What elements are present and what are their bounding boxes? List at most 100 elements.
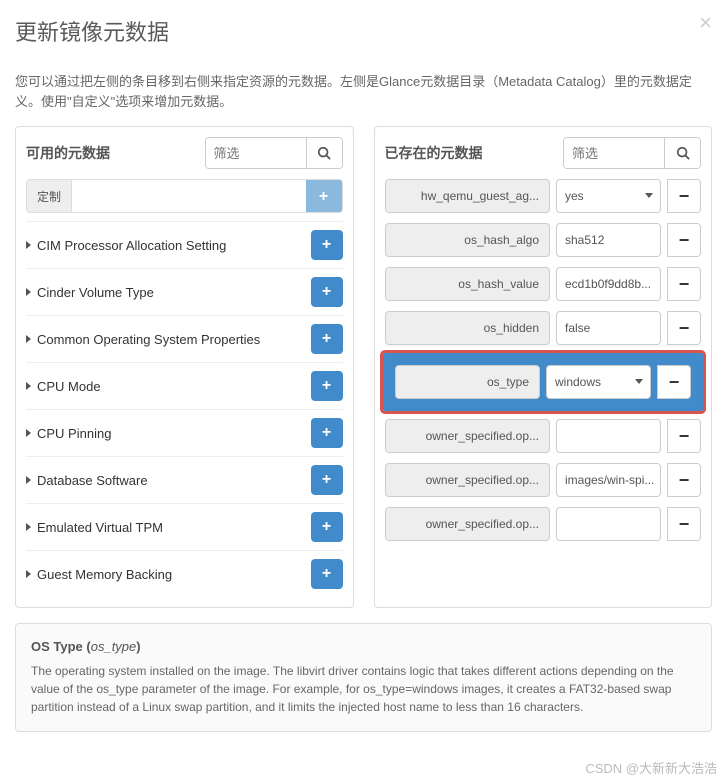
available-item: Common Operating System Properties + bbox=[26, 315, 343, 362]
remove-button[interactable]: − bbox=[667, 463, 701, 497]
existing-filter-input[interactable] bbox=[564, 138, 664, 168]
modal-header: 更新镜像元数据 × bbox=[15, 15, 712, 62]
available-filter-button[interactable] bbox=[306, 138, 342, 168]
available-list: CIM Processor Allocation Setting + Cinde… bbox=[26, 221, 343, 597]
available-item-label: CIM Processor Allocation Setting bbox=[37, 238, 226, 253]
info-box: OS Type (os_type) The operating system i… bbox=[15, 623, 712, 732]
available-metadata-panel: 可用的元数据 定制 + CIM Processor Allocation Set… bbox=[15, 126, 354, 608]
chevron-right-icon bbox=[26, 570, 31, 578]
available-item-toggle[interactable]: CPU Pinning bbox=[26, 426, 311, 441]
available-header: 可用的元数据 bbox=[26, 137, 343, 169]
existing-list: hw_qemu_guest_ag... yes − os_hash_algo s… bbox=[385, 179, 702, 541]
chevron-right-icon bbox=[26, 241, 31, 249]
columns: 可用的元数据 定制 + CIM Processor Allocation Set… bbox=[15, 126, 712, 608]
value-text[interactable]: images/win-spi... bbox=[556, 463, 661, 497]
modal-description: 您可以通过把左侧的条目移到右侧来指定资源的元数据。左侧是Glance元数据目录（… bbox=[15, 72, 712, 111]
field-label: os_hash_algo bbox=[385, 223, 551, 257]
available-item-toggle[interactable]: Database Software bbox=[26, 473, 311, 488]
remove-button[interactable]: − bbox=[667, 419, 701, 453]
value-text[interactable]: sha512 bbox=[556, 223, 661, 257]
available-item: Cinder Volume Type + bbox=[26, 268, 343, 315]
remove-button[interactable]: − bbox=[667, 223, 701, 257]
custom-add-button[interactable]: + bbox=[306, 180, 342, 213]
search-icon bbox=[676, 146, 690, 160]
available-item-label: Emulated Virtual TPM bbox=[37, 520, 163, 535]
available-item-label: Database Software bbox=[37, 473, 148, 488]
custom-input[interactable] bbox=[72, 180, 305, 212]
watermark: CSDN @大新新大浩浩 bbox=[0, 752, 727, 779]
available-item-label: CPU Mode bbox=[37, 379, 101, 394]
available-item-label: Guest Memory Backing bbox=[37, 567, 172, 582]
value-text[interactable]: false bbox=[556, 311, 661, 345]
value-text[interactable] bbox=[556, 419, 661, 453]
available-item: Emulated Virtual TPM + bbox=[26, 503, 343, 550]
field-label: owner_specified.op... bbox=[385, 463, 551, 497]
existing-item: os_hidden false − bbox=[385, 311, 702, 345]
field-label: hw_qemu_guest_ag... bbox=[385, 179, 551, 213]
remove-button[interactable]: − bbox=[667, 507, 701, 541]
existing-item: owner_specified.op... images/win-spi... … bbox=[385, 463, 702, 497]
existing-filter-button[interactable] bbox=[664, 138, 700, 168]
info-text: The operating system installed on the im… bbox=[31, 662, 696, 716]
available-item: CIM Processor Allocation Setting + bbox=[26, 221, 343, 268]
field-label: owner_specified.op... bbox=[385, 419, 551, 453]
remove-button[interactable]: − bbox=[667, 311, 701, 345]
info-title-key: os_type bbox=[91, 639, 137, 654]
available-item-toggle[interactable]: Cinder Volume Type bbox=[26, 285, 311, 300]
custom-metadata-row: 定制 + bbox=[26, 179, 343, 213]
chevron-right-icon bbox=[26, 335, 31, 343]
value-text[interactable]: ecd1b0f9dd8b... bbox=[556, 267, 661, 301]
existing-item: hw_qemu_guest_ag... yes − bbox=[385, 179, 702, 213]
add-button[interactable]: + bbox=[311, 230, 343, 260]
field-label: owner_specified.op... bbox=[385, 507, 551, 541]
existing-item: os_type windows − bbox=[383, 353, 704, 411]
chevron-right-icon bbox=[26, 476, 31, 484]
available-item-label: CPU Pinning bbox=[37, 426, 111, 441]
add-button[interactable]: + bbox=[311, 559, 343, 589]
available-item-toggle[interactable]: CIM Processor Allocation Setting bbox=[26, 238, 311, 253]
info-title: OS Type (os_type) bbox=[31, 639, 696, 654]
available-item: Database Software + bbox=[26, 456, 343, 503]
existing-title: 已存在的元数据 bbox=[385, 143, 483, 163]
info-title-label: OS Type bbox=[31, 639, 83, 654]
add-button[interactable]: + bbox=[311, 277, 343, 307]
existing-item: os_hash_algo sha512 − bbox=[385, 223, 702, 257]
existing-item: os_hash_value ecd1b0f9dd8b... − bbox=[385, 267, 702, 301]
chevron-right-icon bbox=[26, 429, 31, 437]
search-icon bbox=[317, 146, 331, 160]
available-item-toggle[interactable]: Common Operating System Properties bbox=[26, 332, 311, 347]
existing-header: 已存在的元数据 bbox=[385, 137, 702, 169]
available-item-toggle[interactable]: Guest Memory Backing bbox=[26, 567, 311, 582]
existing-item: owner_specified.op... − bbox=[385, 507, 702, 541]
add-button[interactable]: + bbox=[311, 465, 343, 495]
existing-item: owner_specified.op... − bbox=[385, 419, 702, 453]
chevron-right-icon bbox=[26, 288, 31, 296]
modal-title: 更新镜像元数据 bbox=[15, 15, 712, 47]
remove-button[interactable]: − bbox=[657, 365, 691, 399]
available-item-label: Common Operating System Properties bbox=[37, 332, 260, 347]
value-text[interactable] bbox=[556, 507, 661, 541]
field-label: os_type bbox=[395, 365, 541, 399]
remove-button[interactable]: − bbox=[667, 267, 701, 301]
available-item: CPU Mode + bbox=[26, 362, 343, 409]
metadata-modal: 更新镜像元数据 × 您可以通过把左侧的条目移到右侧来指定资源的元数据。左侧是Gl… bbox=[0, 0, 727, 752]
value-select[interactable]: yes bbox=[556, 179, 661, 213]
field-label: os_hash_value bbox=[385, 267, 551, 301]
close-icon[interactable]: × bbox=[699, 10, 712, 36]
custom-label: 定制 bbox=[27, 180, 72, 212]
add-button[interactable]: + bbox=[311, 512, 343, 542]
existing-filter bbox=[563, 137, 701, 169]
chevron-right-icon bbox=[26, 523, 31, 531]
add-button[interactable]: + bbox=[311, 418, 343, 448]
available-item-toggle[interactable]: Emulated Virtual TPM bbox=[26, 520, 311, 535]
available-filter-input[interactable] bbox=[206, 138, 306, 168]
value-select[interactable]: windows bbox=[546, 365, 651, 399]
add-button[interactable]: + bbox=[311, 324, 343, 354]
chevron-right-icon bbox=[26, 382, 31, 390]
add-button[interactable]: + bbox=[311, 371, 343, 401]
available-title: 可用的元数据 bbox=[26, 143, 110, 163]
available-item-label: Cinder Volume Type bbox=[37, 285, 154, 300]
available-item-toggle[interactable]: CPU Mode bbox=[26, 379, 311, 394]
available-item: Guest Memory Backing + bbox=[26, 550, 343, 597]
remove-button[interactable]: − bbox=[667, 179, 701, 213]
